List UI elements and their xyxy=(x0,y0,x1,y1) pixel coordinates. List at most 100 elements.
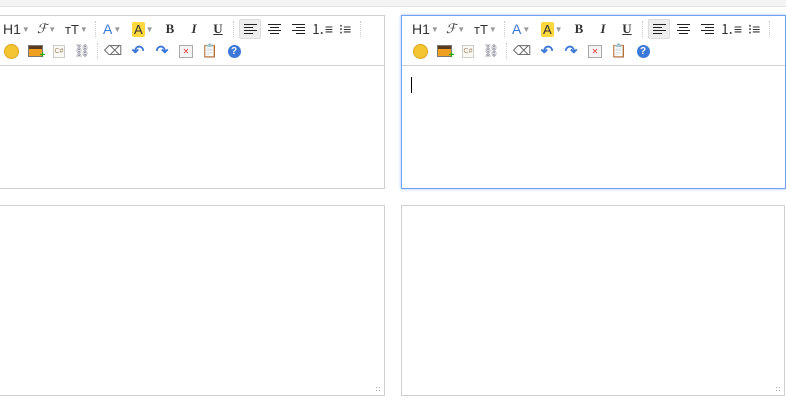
bold-button[interactable]: B xyxy=(572,19,586,39)
caret-down-icon: ▼ xyxy=(457,24,466,34)
font-color-label: A xyxy=(103,21,113,37)
image-icon: + xyxy=(27,45,46,61)
underline-button[interactable]: U xyxy=(211,19,225,39)
caret-down-icon: ▼ xyxy=(145,24,154,34)
align-left-button[interactable] xyxy=(648,19,670,39)
font-size-button[interactable]: ᴛT ▼ xyxy=(474,19,497,39)
font-color-button[interactable]: A ▼ xyxy=(103,19,121,39)
font-size-button[interactable]: ᴛT ▼ xyxy=(65,19,88,39)
editor-top-right[interactable]: H1 ▼ ℱ ▼ ᴛT ▼ A ▼ A ▼ B I U ⒈≡ ⁝≡ + C# ⛓ ⌫ ↶ … xyxy=(401,15,786,189)
resize-handle[interactable] xyxy=(775,386,781,392)
divider xyxy=(642,21,643,37)
redo-button[interactable]: ↷ xyxy=(154,41,170,61)
font-color-button[interactable]: A ▼ xyxy=(512,19,530,39)
smiley-icon xyxy=(412,43,428,59)
font-family-button[interactable]: ℱ ▼ xyxy=(37,19,56,39)
divider xyxy=(506,43,507,59)
fullscreen-button[interactable]: ✕ xyxy=(587,41,603,61)
font-family-button[interactable]: ℱ ▼ xyxy=(446,19,465,39)
highlight-button[interactable]: A ▼ xyxy=(541,19,563,39)
text-cursor xyxy=(411,77,412,93)
code-icon: C# xyxy=(52,44,66,58)
eraser-icon: ⌫ xyxy=(103,43,123,58)
insert-code-button[interactable]: C# xyxy=(51,41,67,61)
undo-icon: ↶ xyxy=(131,43,145,60)
clear-format-button[interactable]: ⌫ xyxy=(512,41,532,61)
highlight-button[interactable]: A ▼ xyxy=(132,19,154,39)
unordered-list-icon: ⁝≡ xyxy=(338,20,352,37)
caret-down-icon: ▼ xyxy=(21,24,30,34)
link-icon: ⛓ xyxy=(482,43,500,58)
emoji-button[interactable] xyxy=(3,41,19,61)
align-center-button[interactable] xyxy=(264,19,284,39)
divider xyxy=(504,21,505,37)
link-button[interactable]: ⛓ xyxy=(482,41,500,61)
italic-button[interactable]: I xyxy=(596,19,610,39)
editor-toolbar: H1 ▼ ℱ ▼ ᴛT ▼ A ▼ A ▼ B I U ⒈≡ ⁝≡ + C# ⛓ ⌫ ↶ … xyxy=(0,16,384,66)
top-strip xyxy=(0,0,786,7)
heading-label: H1 xyxy=(3,21,21,37)
divider xyxy=(769,21,770,37)
eraser-icon: ⌫ xyxy=(512,43,532,58)
editor-bottom-left[interactable] xyxy=(0,205,385,396)
help-button[interactable]: ? xyxy=(635,41,651,61)
unordered-list-button[interactable]: ⁝≡ xyxy=(336,19,354,39)
caret-down-icon: ▼ xyxy=(79,24,88,34)
resize-handle[interactable] xyxy=(375,386,381,392)
align-right-button[interactable] xyxy=(288,19,308,39)
insert-image-button[interactable]: + xyxy=(27,41,46,61)
undo-button[interactable]: ↶ xyxy=(130,41,146,61)
paste-button[interactable]: 📋 xyxy=(611,41,627,61)
link-icon: ⛓ xyxy=(73,43,91,58)
align-center-button[interactable] xyxy=(673,19,693,39)
heading-label: H1 xyxy=(412,21,430,37)
font-family-label: ℱ xyxy=(446,21,457,36)
bold-button[interactable]: B xyxy=(163,19,177,39)
underline-button[interactable]: U xyxy=(620,19,634,39)
divider xyxy=(233,21,234,37)
smiley-icon xyxy=(3,43,19,59)
italic-button[interactable]: I xyxy=(187,19,201,39)
heading-button[interactable]: H1 ▼ xyxy=(3,19,30,39)
align-left-icon xyxy=(243,23,257,35)
ordered-list-icon: ⒈≡ xyxy=(719,21,743,37)
clipboard-icon: 📋 xyxy=(610,43,628,58)
help-button[interactable]: ? xyxy=(226,41,242,61)
undo-button[interactable]: ↶ xyxy=(539,41,555,61)
align-left-button[interactable] xyxy=(239,19,261,39)
caret-down-icon: ▼ xyxy=(48,24,57,34)
editor-toolbar: H1 ▼ ℱ ▼ ᴛT ▼ A ▼ A ▼ B I U ⒈≡ ⁝≡ + C# ⛓ ⌫ ↶ … xyxy=(402,16,785,66)
insert-code-button[interactable]: C# xyxy=(460,41,476,61)
clear-format-button[interactable]: ⌫ xyxy=(103,41,123,61)
image-icon: + xyxy=(436,45,455,61)
help-icon: ? xyxy=(227,44,241,58)
align-center-icon xyxy=(676,23,690,35)
align-left-icon xyxy=(652,23,666,35)
insert-image-button[interactable]: + xyxy=(436,41,455,61)
fullscreen-button[interactable]: ✕ xyxy=(178,41,194,61)
font-family-label: ℱ xyxy=(37,21,48,36)
editor-bottom-right[interactable] xyxy=(401,205,785,396)
paste-button[interactable]: 📋 xyxy=(202,41,218,61)
ordered-list-button[interactable]: ⒈≡ xyxy=(311,19,333,39)
ordered-list-button[interactable]: ⒈≡ xyxy=(719,19,743,39)
align-center-icon xyxy=(267,23,281,35)
font-color-label: A xyxy=(512,21,522,37)
editor-top-left[interactable]: H1 ▼ ℱ ▼ ᴛT ▼ A ▼ A ▼ B I U ⒈≡ ⁝≡ + C# ⛓ ⌫ ↶ … xyxy=(0,15,385,189)
unordered-list-icon: ⁝≡ xyxy=(747,20,761,37)
align-right-button[interactable] xyxy=(697,19,717,39)
caret-down-icon: ▼ xyxy=(488,24,497,34)
redo-button[interactable]: ↷ xyxy=(563,41,579,61)
heading-button[interactable]: H1 ▼ xyxy=(412,19,439,39)
link-button[interactable]: ⛓ xyxy=(73,41,91,61)
redo-icon: ↷ xyxy=(155,43,169,60)
unordered-list-button[interactable]: ⁝≡ xyxy=(745,19,763,39)
font-size-label: ᴛT xyxy=(65,21,79,37)
clipboard-icon: 📋 xyxy=(201,43,219,58)
caret-down-icon: ▼ xyxy=(522,24,531,34)
highlight-label: A xyxy=(541,21,554,37)
fullscreen-icon: ✕ xyxy=(588,44,602,58)
emoji-button[interactable] xyxy=(412,41,428,61)
align-right-icon xyxy=(700,23,714,35)
caret-down-icon: ▼ xyxy=(430,24,439,34)
